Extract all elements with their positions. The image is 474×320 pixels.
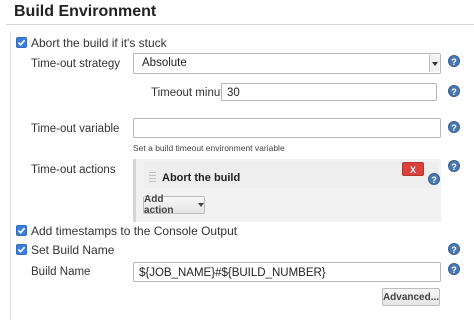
abort-stuck-checkbox[interactable] (16, 37, 27, 48)
checkmark-icon (17, 227, 26, 234)
chevron-down-icon (198, 203, 204, 207)
timeout-actions-label: Time-out actions (31, 164, 116, 176)
build-name-label: Build Name (31, 266, 91, 278)
help-icon[interactable]: ? (448, 85, 460, 97)
action-title: Abort the build (162, 172, 241, 184)
timeout-variable-label: Time-out variable (31, 123, 120, 135)
action-card-abort: Abort the build X ? (144, 162, 440, 188)
help-icon[interactable]: ? (448, 263, 460, 275)
section-divider (6, 24, 474, 25)
set-build-name-checkbox[interactable] (16, 244, 27, 255)
section-title: Build Environment (14, 3, 157, 20)
timeout-variable-hint: Set a build timeout environment variable (133, 143, 285, 153)
timeout-strategy-select[interactable]: Absolute (133, 53, 441, 74)
dropdown-arrow-icon[interactable] (429, 55, 439, 72)
timestamps-label: Add timestamps to the Console Output (31, 224, 238, 238)
help-icon[interactable]: ? (448, 121, 460, 133)
drag-handle-icon[interactable] (149, 172, 156, 182)
timestamps-checkbox[interactable] (16, 225, 27, 236)
add-action-label: Add action (144, 194, 174, 216)
timeout-actions-container: Abort the build X ? Add action (133, 159, 441, 222)
help-icon[interactable]: ? (428, 173, 440, 185)
checkmark-icon (17, 39, 26, 46)
abort-stuck-label: Abort the build if it's stuck (31, 36, 167, 50)
build-name-input[interactable] (133, 262, 441, 282)
timeout-minutes-input[interactable] (221, 83, 437, 101)
help-icon[interactable]: ? (448, 55, 460, 67)
timeout-strategy-label: Time-out strategy (31, 58, 121, 70)
add-action-button[interactable]: Add action (143, 194, 205, 216)
advanced-button[interactable]: Advanced... (382, 288, 440, 306)
delete-action-button[interactable]: X (402, 162, 424, 176)
help-icon[interactable]: ? (448, 160, 460, 172)
help-icon[interactable]: ? (448, 243, 460, 255)
timeout-variable-input[interactable] (133, 118, 441, 138)
checkmark-icon (17, 246, 26, 253)
timeout-strategy-value: Absolute (142, 57, 187, 69)
set-build-name-label: Set Build Name (31, 243, 115, 257)
